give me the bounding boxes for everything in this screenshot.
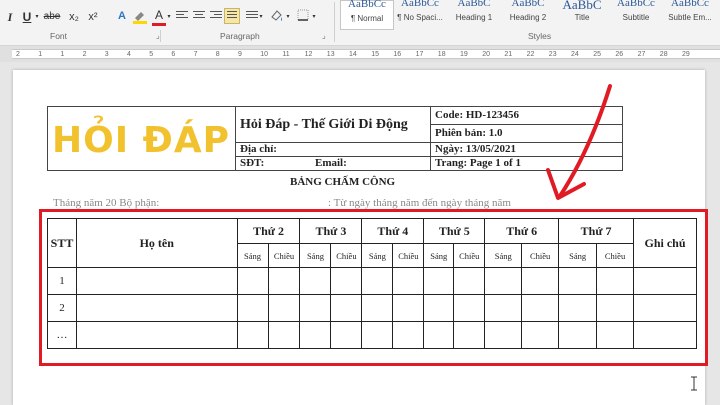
font-color-button[interactable]: A xyxy=(152,8,166,26)
subscript-button[interactable]: x₂ xyxy=(67,8,81,26)
ruler-tick: 28 xyxy=(659,51,668,58)
paragraph-dialog-launcher-icon[interactable]: ⌟ xyxy=(322,31,326,40)
ruler-tick: 4 xyxy=(127,51,131,58)
company-name: Hỏi Đáp - Thế Giới Di Động xyxy=(235,106,431,143)
text-cursor-icon xyxy=(691,376,697,391)
ruler-tick: 17 xyxy=(415,51,424,58)
ruler-tick: 26 xyxy=(615,51,624,58)
ruler-tick: 12 xyxy=(304,51,313,58)
style-preview: AaBbCc xyxy=(348,0,386,10)
logo-text: HỎI ĐÁP xyxy=(52,120,231,161)
ruler-tick: 5 xyxy=(149,51,154,58)
ruler-tick: 19 xyxy=(460,51,468,58)
ruler-tick: 21 xyxy=(504,51,513,58)
ruler-tick: 18 xyxy=(437,51,446,58)
subline-right: : Từ ngày tháng năm đến ngày tháng năm xyxy=(328,197,511,209)
company-logo: HỎI ĐÁP xyxy=(47,106,236,171)
ruler-tick: 27 xyxy=(637,51,646,58)
ruler-tick: 9 xyxy=(238,51,242,58)
style-name: ¶ No Spaci... xyxy=(397,13,443,22)
align-left-icon[interactable] xyxy=(176,11,188,22)
style-preview: AaBbC xyxy=(562,0,602,11)
highlight-color-icon[interactable] xyxy=(132,8,148,26)
ruler-tick: 7 xyxy=(193,51,198,58)
ribbon-separator xyxy=(160,30,161,42)
dropdown-chevron-icon[interactable]: ▾ xyxy=(34,8,40,26)
style-name: Subtitle xyxy=(622,13,650,22)
ruler-tick: 10 xyxy=(260,51,268,58)
style-preview: AaBbC xyxy=(511,0,545,9)
line-spacing-icon[interactable] xyxy=(246,11,258,22)
chevron-down-icon[interactable]: ▾ xyxy=(258,8,264,26)
style-name: Heading 1 xyxy=(455,13,493,22)
address-label: Địa chỉ: xyxy=(235,142,431,157)
svg-text:A: A xyxy=(118,10,126,22)
superscript-button[interactable]: x² xyxy=(86,8,100,26)
ruler-tick: 23 xyxy=(548,51,557,58)
ruler-tick: 13 xyxy=(326,51,335,58)
ruler-tick: 24 xyxy=(571,51,579,58)
ruler-tick: 1 xyxy=(38,51,43,58)
text-effects-icon[interactable]: A xyxy=(116,8,130,26)
style-preview: AaBbCc xyxy=(617,0,655,9)
chevron-down-icon[interactable]: ▾ xyxy=(285,8,291,26)
ruler-tick: 14 xyxy=(349,51,357,58)
borders-icon[interactable] xyxy=(296,8,310,26)
ruler-tick: 1 xyxy=(60,51,65,58)
style-preview: AaBbCc xyxy=(401,0,439,9)
style-name: ¶ Normal xyxy=(350,14,384,23)
ruler-track: 2 1 1 2 3 4 5 6 7 8 9 10 11 12 13 14 15 16 17 18 19 20 21 22 23 2… xyxy=(12,49,720,59)
ruler-tick: 3 xyxy=(104,51,109,58)
email-label: Email: xyxy=(305,156,431,171)
annotation-arrow-icon xyxy=(546,84,612,200)
ruler-tick: 25 xyxy=(593,51,601,58)
ruler-tick: 15 xyxy=(371,51,379,58)
align-center-icon[interactable] xyxy=(193,11,205,22)
ruler-tick: 22 xyxy=(526,51,535,58)
phone-label: SĐT: xyxy=(235,156,305,171)
font-color-chevron-icon[interactable]: ▾ xyxy=(166,8,172,26)
italic-button[interactable]: I xyxy=(4,8,16,26)
font-dialog-launcher-icon[interactable]: ⌟ xyxy=(156,31,160,40)
group-label-paragraph: Paragraph xyxy=(220,31,260,41)
strikethrough-button[interactable]: abe xyxy=(43,8,61,26)
ruler-tick: 8 xyxy=(215,51,220,58)
ribbon-separator xyxy=(334,2,335,42)
underline-button[interactable]: U xyxy=(20,8,34,26)
subline-left: Tháng năm 20 Bộ phận: xyxy=(53,197,160,209)
style-0[interactable]: AaBbCc ¶ Normal xyxy=(340,0,394,30)
ruler-tick: 29 xyxy=(682,51,690,58)
style-6[interactable]: AaBbCc Subtle Em... xyxy=(663,0,717,30)
justify-icon[interactable] xyxy=(224,8,240,24)
group-label-styles: Styles xyxy=(528,31,552,41)
style-5[interactable]: AaBbCc Subtitle xyxy=(609,0,663,30)
style-2[interactable]: AaBbC Heading 1 xyxy=(447,0,501,30)
style-1[interactable]: AaBbCc ¶ No Spaci... xyxy=(393,0,447,30)
style-preview: AaBbCc xyxy=(671,0,709,9)
style-name: Heading 2 xyxy=(509,13,547,22)
chevron-down-icon[interactable]: ▾ xyxy=(311,8,317,26)
ruler-tick: 6 xyxy=(171,51,176,58)
style-3[interactable]: AaBbC Heading 2 xyxy=(501,0,555,30)
style-name: Title xyxy=(574,13,590,22)
ruler-tick: 2 xyxy=(16,51,20,58)
ruler-tick: 20 xyxy=(482,51,490,58)
style-4[interactable]: AaBbC Title xyxy=(555,0,609,30)
align-right-icon[interactable] xyxy=(210,11,222,22)
document-title: BẢNG CHẤM CÔNG xyxy=(290,176,396,188)
ruler-tick: 16 xyxy=(393,51,402,58)
shading-icon[interactable] xyxy=(270,8,284,26)
ruler-tick: 2 xyxy=(82,51,87,58)
style-preview: AaBbC xyxy=(457,0,491,9)
highlight-box xyxy=(39,209,708,366)
horizontal-ruler[interactable]: 2 1 1 2 3 4 5 6 7 8 9 10 11 12 13 14 15 16 17 18 19 20 21 22 23 2… xyxy=(0,46,720,62)
ribbon: I U ▾ abe x₂ x² A A ▾ ▾ ▾ ▾ AaBbCc ¶ Norm… xyxy=(0,0,720,46)
group-label-font: Font xyxy=(50,31,68,41)
style-name: Subtle Em... xyxy=(668,13,712,22)
ruler-tick: 11 xyxy=(282,51,290,58)
